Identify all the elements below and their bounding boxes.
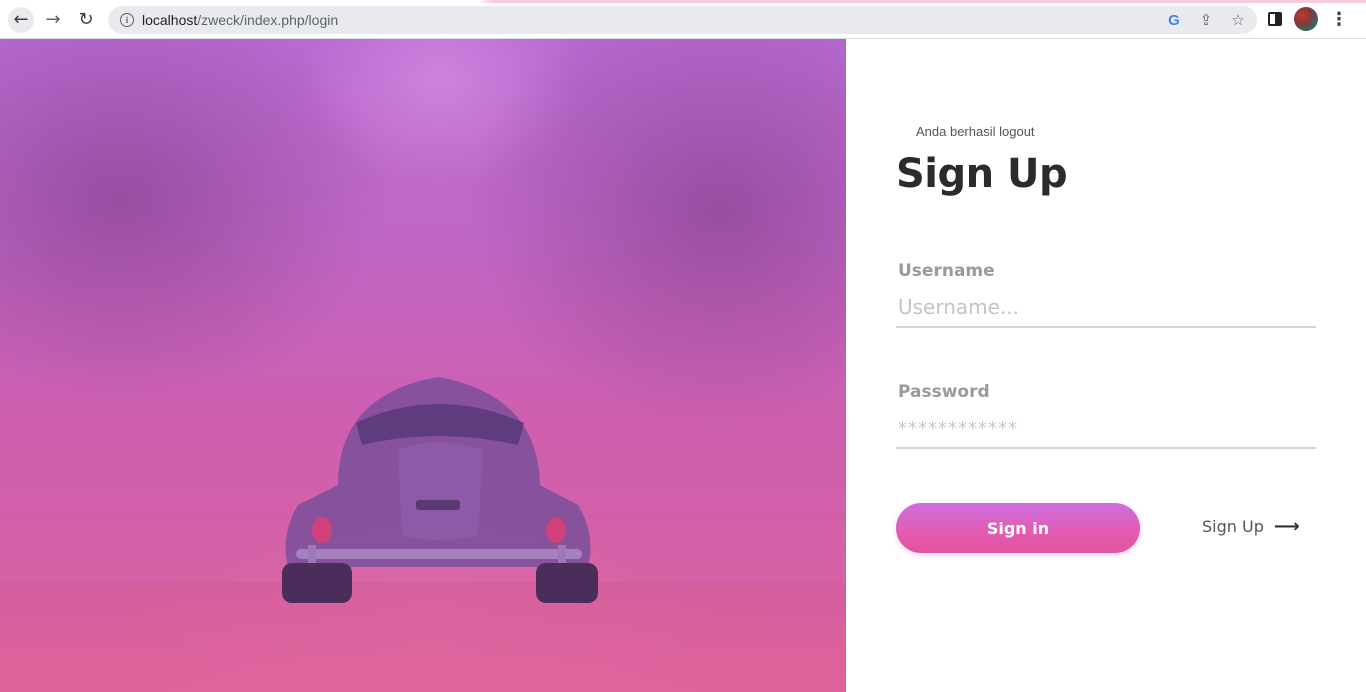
- side-panel-icon[interactable]: [1268, 12, 1282, 26]
- forward-icon[interactable]: →: [40, 7, 66, 33]
- sign-in-button[interactable]: Sign in: [896, 503, 1140, 553]
- arrow-right-icon: ⟶: [1273, 516, 1300, 537]
- omnibox-actions: G ⇪ ☆: [1163, 10, 1249, 30]
- login-form-panel: Anda berhasil logout Sign Up Username Pa…: [846, 39, 1366, 692]
- password-input[interactable]: [896, 409, 1316, 449]
- car-illustration: [282, 377, 598, 603]
- bookmark-star-icon[interactable]: ☆: [1227, 10, 1249, 30]
- tab-strip-accent: [0, 0, 1366, 3]
- logout-flash-message: Anda berhasil logout: [916, 124, 1035, 139]
- username-label: Username: [898, 261, 995, 281]
- profile-avatar[interactable]: [1294, 7, 1318, 31]
- address-bar[interactable]: i localhost/zweck/index.php/login G ⇪ ☆: [108, 6, 1257, 34]
- reload-icon[interactable]: ↻: [73, 7, 99, 33]
- back-icon[interactable]: ←: [8, 7, 34, 33]
- browser-toolbar: ← → ↻ i localhost/zweck/index.php/login …: [0, 0, 1366, 39]
- url-path: /zweck/index.php/login: [197, 12, 339, 28]
- toolbar-right: ⋮: [1268, 7, 1348, 31]
- password-label: Password: [898, 382, 990, 402]
- site-info-icon[interactable]: i: [120, 13, 134, 27]
- username-input[interactable]: [896, 288, 1316, 328]
- url-host: localhost: [142, 12, 198, 28]
- google-lens-icon[interactable]: G: [1163, 10, 1185, 30]
- url-text[interactable]: localhost/zweck/index.php/login: [142, 12, 338, 28]
- menu-kebab-icon[interactable]: ⋮: [1330, 9, 1348, 30]
- sign-up-label: Sign Up: [1202, 517, 1264, 536]
- page-title: Sign Up: [896, 151, 1068, 197]
- sign-up-link[interactable]: Sign Up ⟶: [1202, 516, 1300, 537]
- share-icon[interactable]: ⇪: [1195, 10, 1217, 30]
- hero-image: [0, 39, 846, 692]
